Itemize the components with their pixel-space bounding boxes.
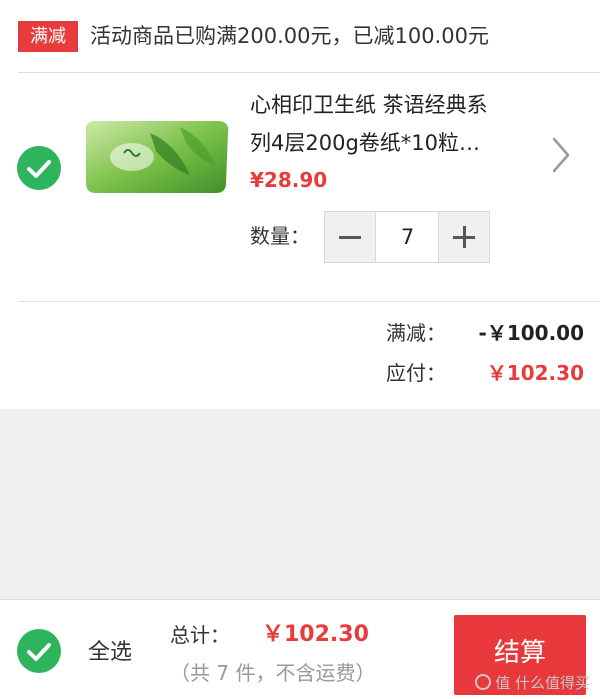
promo-row: 满减 活动商品已购满200.00元，已减100.00元 — [0, 0, 600, 72]
product-title-line1: 心相印卫生纸 茶语经典系 — [250, 93, 488, 117]
product-title[interactable]: 心相印卫生纸 茶语经典系 列4层200g卷纸*10粒… — [250, 86, 530, 162]
plus-icon-vertical — [463, 226, 466, 248]
select-all-check-icon[interactable] — [17, 629, 61, 673]
watermark-logo-icon — [475, 674, 492, 690]
item-check-icon[interactable] — [17, 146, 61, 190]
total-label: 总计： — [170, 623, 230, 647]
divider — [18, 72, 600, 73]
quantity-stepper: 7 — [324, 211, 490, 263]
promo-badge: 满减 — [18, 21, 78, 52]
quantity-value[interactable]: 7 — [376, 212, 439, 262]
checkout-bar: 全选 总计： ￥102.30 （共 7 件，不含运费） 结算 值 什么值得买 — [0, 599, 600, 699]
minus-icon — [339, 236, 361, 239]
watermark-text: 值 什么值得买 — [495, 674, 590, 692]
quantity-label: 数量： — [250, 224, 310, 248]
product-image[interactable] — [80, 113, 232, 199]
increase-button[interactable] — [438, 212, 489, 262]
decrease-button[interactable] — [325, 212, 376, 262]
total-note: （共 7 件，不含运费） — [170, 661, 376, 685]
product-title-line2: 列4层200g卷纸*10粒… — [250, 131, 480, 155]
payable-label: 应付： — [386, 361, 446, 385]
watermark: 值 什么值得买 — [475, 673, 590, 693]
chevron-right-icon[interactable] — [548, 135, 574, 179]
discount-label: 满减： — [386, 321, 446, 345]
payable-value: ￥102.30 — [486, 361, 584, 385]
cart-card: 满减 活动商品已购满200.00元，已减100.00元 心相印卫生纸 茶语经典系… — [0, 0, 600, 409]
total-value: ￥102.30 — [262, 622, 369, 647]
promo-text: 活动商品已购满200.00元，已减100.00元 — [90, 24, 489, 48]
divider — [18, 301, 600, 302]
discount-value: -￥100.00 — [478, 321, 584, 345]
select-all-label[interactable]: 全选 — [88, 638, 132, 668]
product-price: ¥28.90 — [250, 168, 328, 192]
